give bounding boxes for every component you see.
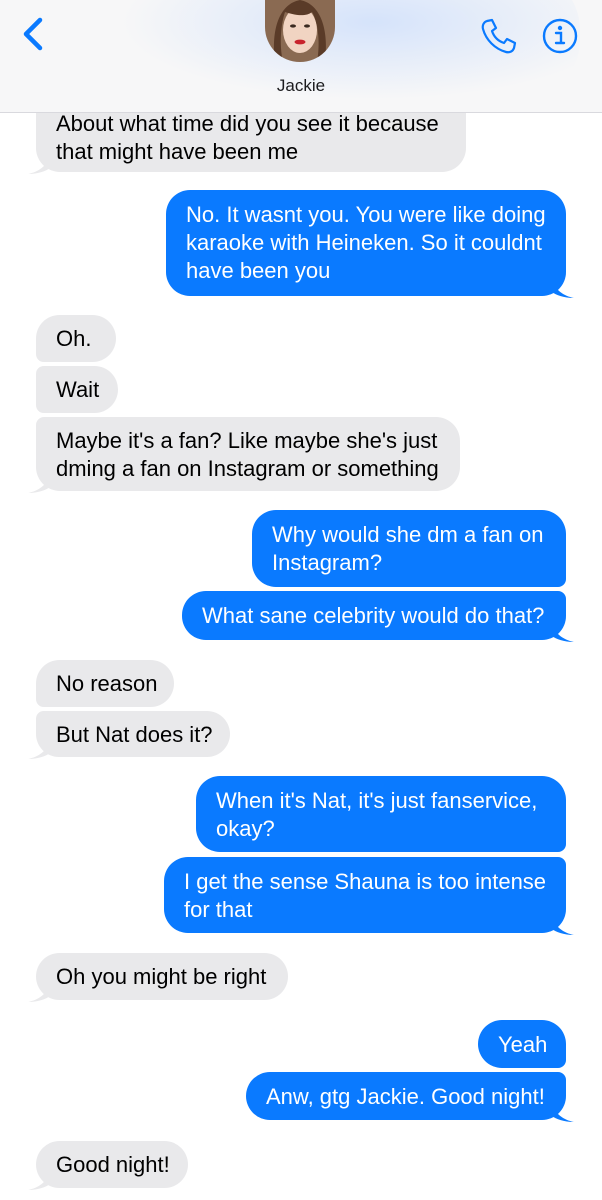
message-bubble-outgoing[interactable]: When it's Nat, it's just fanservice, oka…	[196, 776, 566, 852]
message-line: No. It wasnt you. You were like doing	[186, 202, 546, 227]
bubble-tail	[28, 1170, 50, 1190]
message-line: Instagram?	[272, 550, 383, 575]
message-line: for that	[184, 897, 253, 922]
message-line: Yeah	[498, 1032, 548, 1057]
message-line: that might have been me	[56, 139, 299, 164]
bubble-tail	[552, 1102, 574, 1122]
message-line: Oh.	[56, 326, 92, 351]
message-line: Anw, gtg Jackie. Good night!	[266, 1084, 545, 1109]
message-bubble-incoming[interactable]: But Nat does it?	[28, 711, 230, 759]
message-line: Good night!	[56, 1152, 170, 1177]
phone-icon	[481, 18, 517, 54]
message-line: No reason	[56, 671, 158, 696]
conversation-header: Jackie	[0, 0, 602, 113]
message-thread: About what time did you see it because t…	[0, 0, 602, 1200]
message-bubble-incoming[interactable]: Good night!	[28, 1141, 188, 1190]
message-bubble-outgoing[interactable]: Why would she dm a fan on Instagram?	[252, 510, 566, 587]
message-line: Maybe it's a fan? Like maybe she's just	[56, 428, 438, 453]
message-bubble-outgoing[interactable]: I get the sense Shauna is too intense fo…	[164, 857, 574, 935]
message-bubble-outgoing[interactable]: Yeah	[478, 1020, 566, 1068]
contact-name[interactable]: Jackie	[0, 76, 602, 96]
call-button[interactable]	[478, 16, 518, 56]
message-line: About what time did you see it because	[56, 111, 439, 136]
message-line: karaoke with Heineken. So it couldnt	[186, 230, 542, 255]
message-line: Wait	[56, 377, 100, 402]
bubble-tail	[552, 915, 574, 935]
info-button[interactable]	[540, 16, 580, 56]
message-line: Oh you might be right	[56, 964, 267, 989]
message-line: I get the sense Shauna is too intense	[184, 869, 547, 894]
message-bubble-outgoing[interactable]: What sane celebrity would do that?	[182, 591, 574, 642]
message-bubble-incoming[interactable]: Oh.	[36, 315, 116, 362]
back-button[interactable]	[16, 16, 52, 52]
message-bubble-outgoing[interactable]: Anw, gtg Jackie. Good night!	[246, 1072, 574, 1122]
message-line: Why would she dm a fan on	[272, 522, 544, 547]
message-line: have been you	[186, 258, 331, 283]
message-bubble-incoming[interactable]: Maybe it's a fan? Like maybe she's just …	[28, 417, 460, 493]
bubble-tail	[28, 473, 50, 493]
bubble-tail	[28, 154, 50, 174]
bubble-tail	[552, 622, 574, 642]
message-line: When it's Nat, it's just fanservice,	[216, 788, 538, 813]
message-bubble-incoming[interactable]: No reason	[36, 660, 174, 707]
message-line: But Nat does it?	[56, 722, 213, 747]
chevron-left-icon	[23, 17, 43, 51]
message-bubble-incoming[interactable]: Oh you might be right	[28, 953, 288, 1002]
bubble-tail	[552, 278, 574, 298]
message-line: dming a fan on Instagram or something	[56, 456, 439, 481]
info-icon	[542, 18, 578, 54]
message-bubble-outgoing[interactable]: No. It wasnt you. You were like doing ka…	[166, 190, 574, 298]
bubble-tail	[28, 982, 50, 1002]
message-line: okay?	[216, 816, 275, 841]
message-bubble-incoming[interactable]: Wait	[36, 366, 118, 413]
message-line: What sane celebrity would do that?	[202, 603, 545, 628]
bubble-tail	[28, 739, 50, 759]
